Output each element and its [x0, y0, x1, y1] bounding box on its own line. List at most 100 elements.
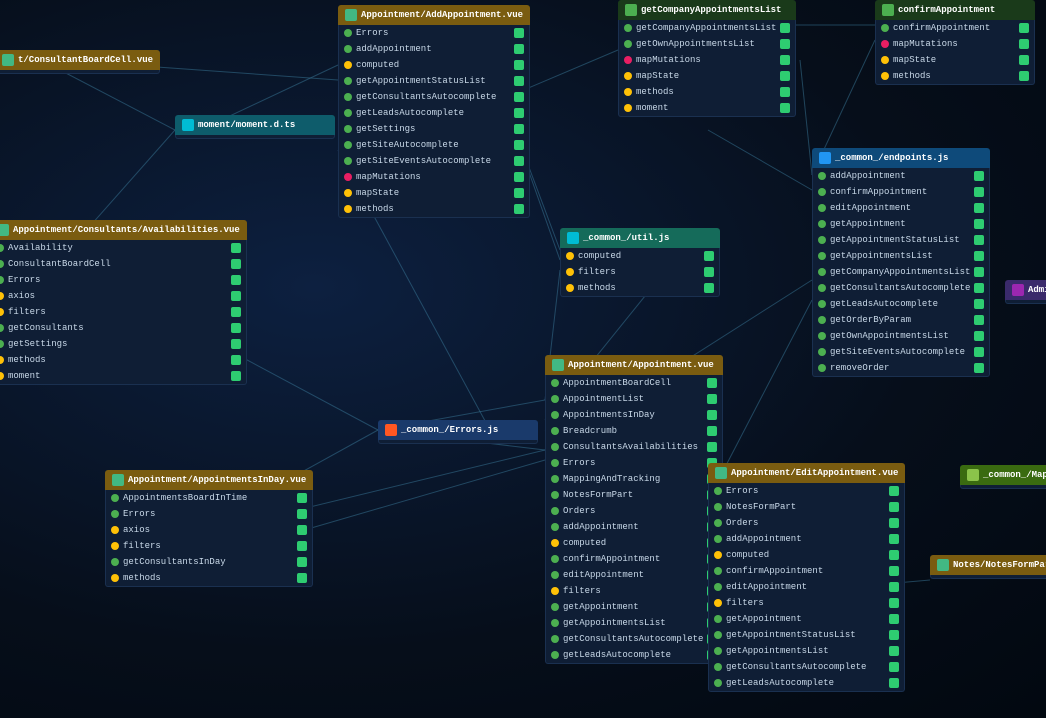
port-right — [974, 203, 984, 213]
node-row: editAppointment — [546, 567, 722, 583]
row-label: methods — [8, 353, 46, 367]
node-top-right-node[interactable]: getCompanyAppointmentsList getCompanyApp… — [618, 0, 796, 117]
node-row: Orders — [546, 503, 722, 519]
port-right — [297, 493, 307, 503]
node-row: getAppointmentsList — [813, 248, 989, 264]
node-consultants-availabilities[interactable]: Appointment/Consultants/Availabilities.v… — [0, 220, 247, 385]
row-label: computed — [726, 548, 769, 562]
port-right — [231, 243, 241, 253]
node-row: getLeadsAutocomplete — [813, 296, 989, 312]
port-right — [889, 630, 899, 640]
node-row: AppointmentList — [546, 391, 722, 407]
node-row: computed — [546, 535, 722, 551]
node-title: _common_/endpoints.js — [835, 153, 948, 163]
node-row: getSettings — [0, 336, 246, 352]
node-row: Errors — [709, 483, 904, 499]
node-row: methods — [106, 570, 312, 586]
node-row: confirmAppointment — [876, 20, 1034, 36]
node-title: _common_/MappingA — [983, 470, 1046, 480]
row-label: mapMutations — [636, 53, 701, 67]
node-notes-form-part[interactable]: Notes/NotesFormPart.vue — [930, 555, 1046, 579]
dot-icon — [624, 72, 632, 80]
node-common-util[interactable]: _common_/util.js computed filters method… — [560, 228, 720, 297]
node-row: mapState — [619, 68, 795, 84]
node-type-icon — [567, 232, 579, 244]
port-right — [889, 614, 899, 624]
dot-icon — [551, 475, 559, 483]
row-label: computed — [356, 58, 399, 72]
dot-icon — [714, 535, 722, 543]
node-row: methods — [876, 68, 1034, 84]
dot-icon — [0, 292, 4, 300]
port-right — [889, 486, 899, 496]
dot-icon — [551, 411, 559, 419]
port-right — [297, 525, 307, 535]
port-right — [974, 219, 984, 229]
dot-icon — [344, 125, 352, 133]
dot-icon — [551, 395, 559, 403]
node-title: getCompanyAppointmentsList — [641, 5, 781, 15]
dot-icon — [344, 173, 352, 181]
node-row: filters — [709, 595, 904, 611]
node-row: confirmAppointment — [709, 563, 904, 579]
node-add-appointment[interactable]: Appointment/AddAppointment.vue Errors ad… — [338, 5, 530, 218]
node-appointment-appointment[interactable]: Appointment/Appointment.vue AppointmentB… — [545, 355, 723, 664]
port-right — [514, 140, 524, 150]
port-right — [514, 44, 524, 54]
node-type-icon — [1012, 284, 1024, 296]
row-label: getOrderByParam — [830, 313, 911, 327]
port-right — [514, 156, 524, 166]
dot-icon — [344, 109, 352, 117]
row-label: getSiteEventsAutocomplete — [830, 345, 965, 359]
dot-icon — [0, 308, 4, 316]
port-right — [514, 204, 524, 214]
port-right — [514, 92, 524, 102]
port-right — [514, 124, 524, 134]
node-row: Errors — [546, 455, 722, 471]
dot-icon — [818, 188, 826, 196]
dot-icon — [714, 519, 722, 527]
dot-icon — [714, 631, 722, 639]
row-label: getAppointmentStatusList — [726, 628, 856, 642]
node-appointments-in-day[interactable]: Appointment/AppointmentsInDay.vue Appoin… — [105, 470, 313, 587]
row-label: getAppointmentStatusList — [356, 74, 486, 88]
node-confirm-top[interactable]: confirmAppointment confirmAppointment ma… — [875, 0, 1035, 85]
row-label: Orders — [726, 516, 758, 530]
dot-icon — [818, 284, 826, 292]
node-title: Appointment/EditAppointment.vue — [731, 468, 898, 478]
node-moment[interactable]: moment/moment.d.ts — [175, 115, 335, 139]
dot-icon — [551, 379, 559, 387]
node-common-endpoints[interactable]: _common_/endpoints.js addAppointment con… — [812, 148, 990, 377]
port-right — [1019, 55, 1029, 65]
dot-icon — [624, 40, 632, 48]
dot-icon — [624, 104, 632, 112]
node-common-errors[interactable]: _common_/Errors.js — [378, 420, 538, 444]
node-row: getOrderByParam — [813, 312, 989, 328]
dot-icon — [818, 300, 826, 308]
node-row: getLeadsAutocomplete — [339, 105, 529, 121]
node-row: filters — [106, 538, 312, 554]
node-title: _common_/util.js — [583, 233, 669, 243]
dot-icon — [551, 459, 559, 467]
dot-icon — [344, 77, 352, 85]
row-label: getCompanyAppointmentsList — [636, 21, 776, 35]
node-edit-appointment[interactable]: Appointment/EditAppointment.vue Errors N… — [708, 463, 905, 692]
port-right — [889, 518, 899, 528]
node-common-mapping[interactable]: _common_/MappingA — [960, 465, 1046, 489]
dot-icon — [881, 72, 889, 80]
dot-icon — [551, 539, 559, 547]
node-row: AppointmentsBoardInTime — [106, 490, 312, 506]
dependency-graph: t/ConsultantBoardCell.vue moment/moment.… — [0, 0, 1046, 718]
dot-icon — [111, 510, 119, 518]
node-row: addAppointment — [546, 519, 722, 535]
dot-icon — [344, 29, 352, 37]
port-right — [514, 172, 524, 182]
dot-icon — [551, 555, 559, 563]
row-label: getLeadsAutocomplete — [563, 648, 671, 662]
node-row: ConsultantBoardCell — [0, 256, 246, 272]
node-consultant-board-cell[interactable]: t/ConsultantBoardCell.vue — [0, 50, 160, 74]
node-row: methods — [339, 201, 529, 217]
port-right — [889, 566, 899, 576]
row-label: getSettings — [356, 122, 415, 136]
node-admin[interactable]: Admi — [1005, 280, 1046, 304]
